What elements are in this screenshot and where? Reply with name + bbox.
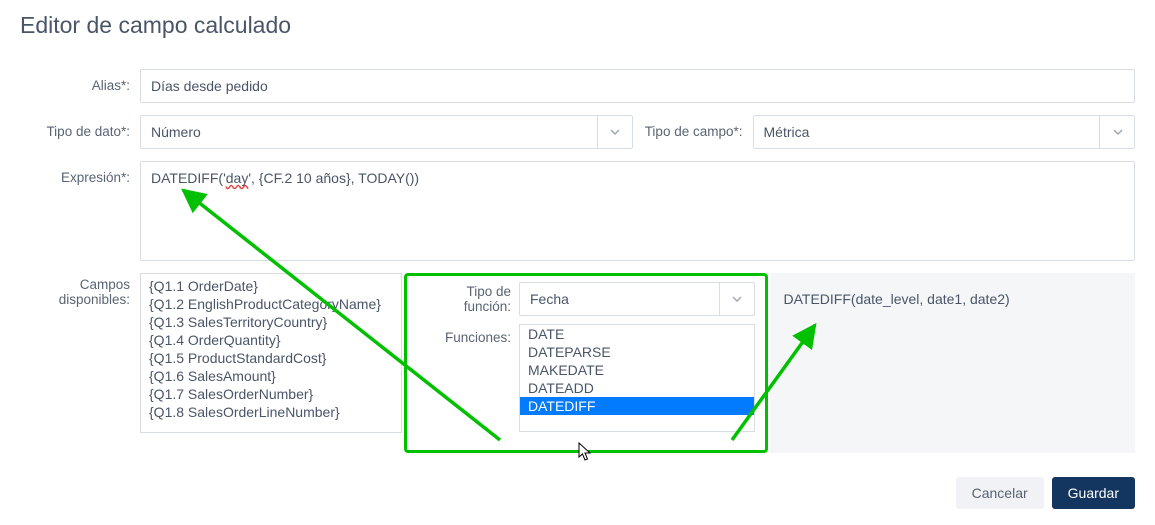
expression-label: Expresión*: — [20, 161, 140, 185]
list-item[interactable]: MAKEDATE — [520, 361, 754, 379]
datatype-select[interactable]: Número — [140, 115, 633, 149]
datatype-label: Tipo de dato*: — [20, 115, 140, 139]
list-item[interactable]: {Q1.3 SalesTerritoryCountry} — [141, 313, 401, 331]
list-item[interactable]: {Q1.5 ProductStandardCost} — [141, 349, 401, 367]
alias-input[interactable] — [140, 69, 1135, 103]
fieldtype-label: Tipo de campo*: — [643, 115, 753, 149]
list-item[interactable]: {Q1.2 EnglishProductCategoryName} — [141, 295, 401, 313]
func-type-label: Tipo de función: — [417, 284, 519, 314]
functions-list[interactable]: DATEDATEPARSEMAKEDATEDATEADDDATEDIFF — [519, 324, 755, 432]
list-item[interactable]: {Q1.6 SalesAmount} — [141, 367, 401, 385]
list-item[interactable]: {Q1.4 OrderQuantity} — [141, 331, 401, 349]
functions-panel: Tipo de función: Fecha Funciones: DATEDA… — [404, 273, 768, 453]
func-type-select[interactable]: Fecha — [519, 282, 755, 316]
available-fields-list[interactable]: {Q1.1 OrderDate}{Q1.2 EnglishProductCate… — [140, 273, 402, 433]
list-item[interactable]: DATEADD — [520, 379, 754, 397]
fieldtype-select[interactable]: Métrica — [753, 115, 1136, 149]
expression-input[interactable]: DATEDIFF('day', {CF.2 10 años}, TODAY()) — [140, 161, 1135, 261]
page-title: Editor de campo calculado — [20, 12, 1135, 39]
list-item[interactable]: DATEDIFF — [520, 397, 754, 415]
list-item[interactable]: DATEPARSE — [520, 343, 754, 361]
list-item[interactable]: DATE — [520, 325, 754, 343]
alias-label: Alias*: — [20, 69, 140, 93]
list-item[interactable]: {Q1.1 OrderDate} — [141, 277, 401, 295]
function-signature: DATEDIFF(date_level, date1, date2) — [770, 273, 1136, 453]
functions-label: Funciones: — [417, 324, 519, 345]
save-button[interactable]: Guardar — [1052, 477, 1135, 509]
list-item[interactable]: {Q1.7 SalesOrderNumber} — [141, 385, 401, 403]
available-fields-label: Campos disponibles: — [20, 273, 140, 307]
list-item[interactable]: {Q1.8 SalesOrderLineNumber} — [141, 403, 401, 421]
cancel-button[interactable]: Cancelar — [956, 477, 1044, 509]
